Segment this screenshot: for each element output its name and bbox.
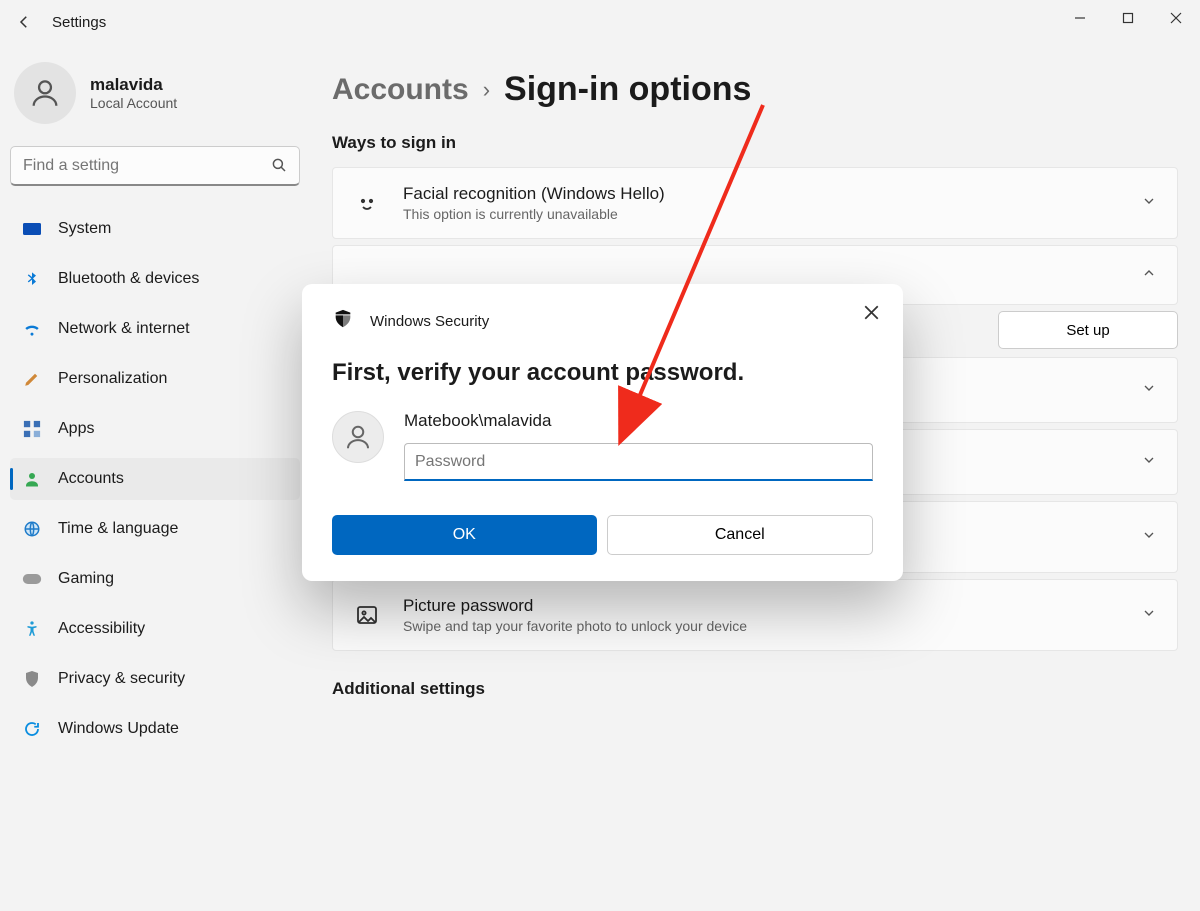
dialog-avatar — [332, 411, 384, 463]
nav-network[interactable]: Network & internet — [10, 308, 300, 350]
user-name: malavida — [90, 75, 177, 95]
chevron-down-icon — [1141, 380, 1157, 401]
nav-label: Time & language — [58, 520, 178, 538]
nav-gaming[interactable]: Gaming — [10, 558, 300, 600]
update-icon — [22, 719, 42, 739]
chevron-up-icon — [1141, 265, 1157, 286]
nav-label: Bluetooth & devices — [58, 270, 199, 288]
breadcrumb: Accounts › Sign-in options — [332, 70, 1178, 109]
windows-security-dialog: Windows Security First, verify your acco… — [302, 284, 903, 581]
setup-button[interactable]: Set up — [998, 311, 1178, 349]
picture-icon — [353, 603, 381, 627]
cancel-button[interactable]: Cancel — [607, 515, 874, 555]
avatar — [14, 62, 76, 124]
minimize-button[interactable] — [1056, 0, 1104, 36]
password-input[interactable] — [404, 443, 873, 481]
display-icon — [22, 219, 42, 239]
chevron-down-icon — [1141, 605, 1157, 626]
accessibility-icon — [22, 619, 42, 639]
nav-apps[interactable]: Apps — [10, 408, 300, 450]
nav-label: Network & internet — [58, 320, 190, 338]
chevron-down-icon — [1141, 452, 1157, 473]
nav-accessibility[interactable]: Accessibility — [10, 608, 300, 650]
security-shield-icon — [332, 308, 354, 335]
brush-icon — [22, 369, 42, 389]
section-additional-heading: Additional settings — [332, 679, 1178, 699]
page-title: Sign-in options — [504, 70, 751, 109]
nav-personalization[interactable]: Personalization — [10, 358, 300, 400]
person-icon — [22, 469, 42, 489]
chevron-down-icon — [1141, 193, 1157, 214]
nav-label: Windows Update — [58, 720, 179, 738]
maximize-button[interactable] — [1104, 0, 1152, 36]
nav-privacy[interactable]: Privacy & security — [10, 658, 300, 700]
dialog-close-button[interactable] — [859, 300, 883, 324]
face-icon — [353, 191, 381, 215]
nav-label: Privacy & security — [58, 670, 185, 688]
search-input[interactable] — [10, 146, 300, 186]
chevron-down-icon — [1141, 527, 1157, 548]
nav-list: System Bluetooth & devices Network & int… — [10, 208, 300, 750]
nav-bluetooth[interactable]: Bluetooth & devices — [10, 258, 300, 300]
nav-time[interactable]: Time & language — [10, 508, 300, 550]
nav-label: Apps — [58, 420, 94, 438]
user-type: Local Account — [90, 95, 177, 111]
shield-icon — [22, 669, 42, 689]
card-title: Facial recognition (Windows Hello) — [403, 184, 1119, 204]
user-block[interactable]: malavida Local Account — [10, 54, 300, 146]
window-title: Settings — [52, 14, 106, 31]
back-button[interactable] — [14, 12, 34, 32]
gamepad-icon — [22, 569, 42, 589]
titlebar: Settings — [0, 0, 1200, 44]
dialog-account-name: Matebook\malavida — [404, 411, 873, 431]
dialog-headline: First, verify your account password. — [332, 359, 873, 387]
nav-label: Personalization — [58, 370, 167, 388]
sidebar: malavida Local Account System Bluetooth … — [0, 44, 310, 911]
breadcrumb-parent[interactable]: Accounts — [332, 73, 469, 107]
wifi-icon — [22, 319, 42, 339]
apps-icon — [22, 419, 42, 439]
search-icon — [270, 156, 288, 179]
card-subtitle: Swipe and tap your favorite photo to unl… — [403, 618, 1119, 634]
nav-label: System — [58, 220, 111, 238]
nav-system[interactable]: System — [10, 208, 300, 250]
window-controls — [1056, 0, 1200, 36]
nav-label: Gaming — [58, 570, 114, 588]
bluetooth-icon — [22, 269, 42, 289]
globe-icon — [22, 519, 42, 539]
ok-button[interactable]: OK — [332, 515, 597, 555]
chevron-right-icon: › — [483, 77, 490, 103]
dialog-app-name: Windows Security — [370, 313, 489, 330]
option-picture-password[interactable]: Picture password Swipe and tap your favo… — [332, 579, 1178, 651]
card-subtitle: This option is currently unavailable — [403, 206, 1119, 222]
search-wrap — [10, 146, 300, 186]
nav-accounts[interactable]: Accounts — [10, 458, 300, 500]
nav-label: Accessibility — [58, 620, 145, 638]
close-button[interactable] — [1152, 0, 1200, 36]
nav-label: Accounts — [58, 470, 124, 488]
nav-update[interactable]: Windows Update — [10, 708, 300, 750]
option-facial-recognition[interactable]: Facial recognition (Windows Hello) This … — [332, 167, 1178, 239]
card-title: Picture password — [403, 596, 1119, 616]
section-ways-heading: Ways to sign in — [332, 133, 1178, 153]
